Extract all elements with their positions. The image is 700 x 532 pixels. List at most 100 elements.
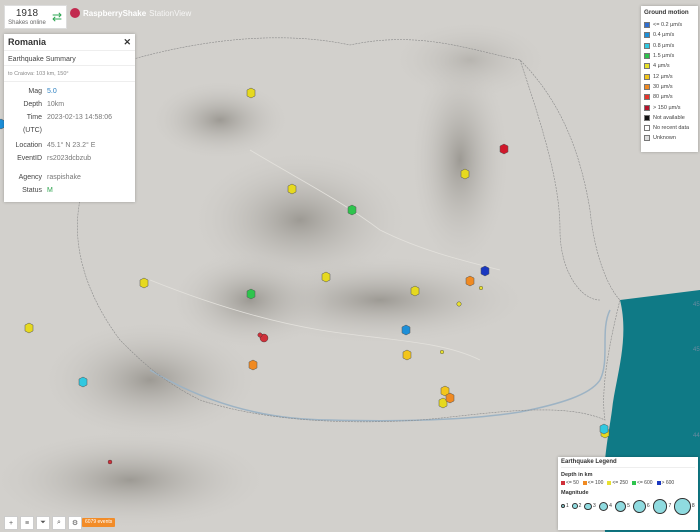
magnitude-item: 4 <box>598 501 612 511</box>
legend-swatch <box>644 114 650 121</box>
station-marker[interactable] <box>139 277 149 289</box>
earthquake-event <box>257 332 263 338</box>
brand-suffix: StationView <box>149 8 192 18</box>
legend-item: 30 µm/s <box>644 82 695 92</box>
station-marker[interactable] <box>460 168 470 180</box>
field-row: Depth 10km <box>23 101 65 108</box>
legend-label: 4 µm/s <box>653 63 670 70</box>
raspberry-icon <box>70 8 80 18</box>
station-marker[interactable] <box>246 87 256 99</box>
events-button[interactable]: 6079 events <box>82 518 116 527</box>
station-marker[interactable] <box>78 376 88 388</box>
legend-swatch <box>644 42 650 49</box>
earthquake-event <box>456 301 462 307</box>
earthquake-event <box>440 350 445 355</box>
legend-item: Not available <box>644 113 695 123</box>
legend-label: 0.8 µm/s <box>653 42 675 49</box>
magnitude-item: 6 <box>632 499 650 513</box>
zoom-in-icon[interactable]: + <box>4 516 18 530</box>
shakes-count: 1918 <box>15 8 39 19</box>
eq-legend-title: Earthquake Legend <box>561 459 695 468</box>
legend-item: Unknown <box>644 133 695 143</box>
legend-item: No recent data <box>644 123 695 133</box>
filter-icon[interactable]: ⏷ <box>36 516 50 530</box>
magnitude-item: 3 <box>584 502 596 511</box>
earthquake-event <box>107 459 113 465</box>
magnitude-item: 8 <box>674 498 695 515</box>
legend-title: Ground motion <box>644 9 689 16</box>
field-row: Time 2023-02-13 14:58:06 <box>26 114 112 121</box>
legend-label: 80 µm/s <box>653 94 673 101</box>
brand-logo: RaspberryShake StationView <box>70 8 191 18</box>
legend-swatch <box>644 135 650 142</box>
legend-label: No recent data <box>653 125 690 132</box>
magnitude-value: 5.0 <box>47 88 57 95</box>
field-row: EventID rs2023dcbzub <box>17 155 91 162</box>
field-row: Status M <box>22 187 53 194</box>
lat-label: 44° <box>693 433 700 439</box>
legend-item: > 150 µm/s <box>644 102 695 112</box>
field-row: (UTC) <box>22 127 42 134</box>
legend-swatch <box>644 32 650 39</box>
station-marker[interactable] <box>321 271 331 283</box>
search-icon[interactable]: ⌕ <box>52 516 66 530</box>
legend-swatch <box>644 63 650 70</box>
earthquake-info-panel: Romania ✕ Earthquake Summary to Craiova:… <box>4 34 135 202</box>
distance-subtitle: to Craiova: 103 km, 150° <box>4 66 135 82</box>
legend-label: <= 0.2 µm/s <box>653 22 683 29</box>
shakes-online-counter: 1918 Shakes online <box>4 5 50 29</box>
legend-label: 0.4 µm/s <box>653 32 675 39</box>
depth-item: <= 250 <box>607 480 628 486</box>
station-marker[interactable] <box>401 324 411 336</box>
station-marker[interactable] <box>24 322 34 334</box>
earthquake-legend: Earthquake Legend Depth in km <= 50 <= 10… <box>558 457 698 530</box>
legend-item: 12 µm/s <box>644 71 695 81</box>
field-row: Mag 5.0 <box>28 88 57 95</box>
station-marker[interactable] <box>599 423 609 435</box>
station-marker[interactable] <box>465 275 475 287</box>
legend-swatch <box>644 104 650 111</box>
magnitude-item: 2 <box>571 503 581 509</box>
legend-item: 4 µm/s <box>644 61 695 71</box>
station-marker[interactable] <box>499 143 509 155</box>
map-toolbar: + ≡ ⏷ ⌕ ⚙ <box>4 516 82 530</box>
magnitude-item: 1 <box>561 503 569 509</box>
swap-arrows-icon[interactable]: ⇄ <box>48 5 67 29</box>
magnitude-item: 7 <box>652 498 671 514</box>
depth-item: <= 100 <box>582 480 603 486</box>
legend-label: > 150 µm/s <box>653 104 681 111</box>
legend-item: <= 0.2 µm/s <box>644 20 695 30</box>
legend-swatch <box>644 53 650 60</box>
legend-item: 80 µm/s <box>644 92 695 102</box>
legend-swatch <box>644 22 650 29</box>
station-marker[interactable] <box>410 285 420 297</box>
magnitude-item: 5 <box>614 500 630 512</box>
lat-label: 45°N <box>693 302 700 308</box>
legend-swatch <box>644 125 650 132</box>
panel-title: Romania <box>8 37 47 47</box>
summary-title: Earthquake Summary <box>4 51 135 66</box>
station-marker[interactable] <box>347 204 357 216</box>
brand-name: RaspberryShake <box>83 8 147 18</box>
layers-icon[interactable]: ≡ <box>20 516 34 530</box>
legend-label: Unknown <box>653 135 676 142</box>
station-marker[interactable] <box>402 349 412 361</box>
shakes-label: Shakes online <box>8 20 46 26</box>
station-marker[interactable] <box>246 288 256 300</box>
legend-swatch <box>644 83 650 90</box>
settings-icon[interactable]: ⚙ <box>68 516 82 530</box>
close-icon[interactable]: ✕ <box>123 37 131 48</box>
legend-label: 1.5 µm/s <box>653 53 675 60</box>
legend-item: 0.8 µm/s <box>644 41 695 51</box>
legend-item: 1.5 µm/s <box>644 51 695 61</box>
field-row: Agency raspishake <box>18 174 81 181</box>
legend-swatch <box>644 73 650 80</box>
depth-item: <= 50 <box>561 480 579 486</box>
station-marker[interactable] <box>287 183 297 195</box>
ground-motion-legend: Ground motion <= 0.2 µm/s 0.4 µm/s 0.8 µm/… <box>641 6 698 152</box>
magnitude-title: Magnitude <box>561 490 589 496</box>
station-marker[interactable] <box>248 359 258 371</box>
station-marker[interactable] <box>445 392 455 404</box>
legend-label: Not available <box>653 114 685 121</box>
station-marker[interactable] <box>480 265 490 277</box>
